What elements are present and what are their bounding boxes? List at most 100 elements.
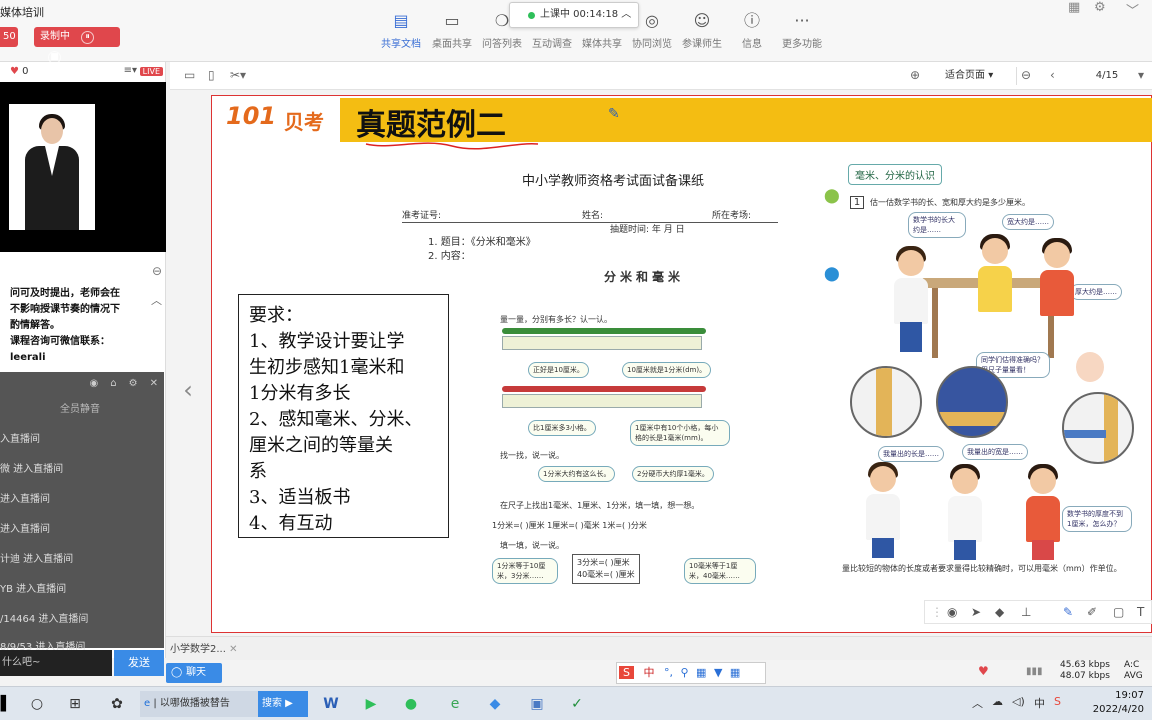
top-toolbar: 媒体培训 50 录制中 ⏸ ■ ▤ 共享文档 ▭ 桌面共享 ❍ 问答列表 ☰ 互… [0, 0, 1152, 64]
textbook-equation: 1分米=( )厘米 1厘米=( )毫米 1米=( )分米 [492, 521, 647, 530]
tool-label: 互动调查 [532, 39, 572, 50]
layout-icon[interactable]: ▦ [1068, 0, 1080, 15]
ime-toolbar[interactable]: S 中 °, ⚲ ▦ ▼ ▦ [616, 662, 766, 684]
lock-icon[interactable]: ⌂ [110, 378, 116, 389]
rectangle-icon[interactable]: ▢ [1113, 605, 1124, 619]
list-icon[interactable]: ≡▾ [124, 65, 137, 76]
chat-entry: /14464 进入直播间 [0, 614, 89, 625]
task-view-icon[interactable]: ⊞ [62, 691, 88, 717]
drag-handle-icon[interactable]: ⋮ [931, 605, 943, 619]
textbook-question: 在尺子上找出1毫米、1厘米、1分米，填一填，想一想。 [500, 501, 700, 510]
player-icon[interactable]: ▶ [358, 691, 384, 717]
requirement-line: 生初步感知1毫米和 [249, 357, 405, 378]
topic-line: 1. 题目：《分米和毫米》 [428, 237, 536, 248]
requirement-line: 1分米有多长 [249, 383, 351, 404]
heart-icon[interactable]: ♥ [978, 664, 989, 678]
chevron-down-icon[interactable]: ﹀ [1126, 0, 1139, 19]
requirement-line: 3、适当板书 [249, 487, 351, 508]
recording-button[interactable]: 录制中 ⏸ ■ [34, 27, 120, 64]
tool-desktop-share[interactable]: ▭ 桌面共享 [424, 10, 480, 50]
marker-icon[interactable]: ✐ [1087, 605, 1097, 619]
eraser-icon[interactable]: ◆ [995, 605, 1004, 619]
previous-page-icon[interactable]: ‹ [1050, 68, 1055, 82]
taskbar-ime[interactable]: 中 [1034, 695, 1045, 711]
chat-entry: 微 进入直播间 [0, 464, 64, 475]
page-select[interactable]: 4/15 [1070, 67, 1144, 85]
drawing-toolbar: ⋮ ◉ ➤ ◆ ⊥ ✎ ✐ ▢ T [924, 600, 1152, 624]
collapse-icon[interactable]: ⊖ [152, 264, 162, 278]
speech-bubble: 数学书的厚度不到1厘米，怎么办？ [1062, 506, 1132, 532]
paper-topic: 1. 题目：《分米和毫米》 2. 内容： [428, 236, 536, 264]
tool-more[interactable]: ··· 更多功能 [774, 10, 830, 50]
folder-icon[interactable]: ▭ [184, 68, 195, 82]
system-clock[interactable]: 19:07 2022/4/20 [1093, 689, 1144, 717]
app-icon[interactable]: ▣ [524, 691, 550, 717]
chat-entry: YB 进入直播间 [0, 584, 67, 595]
previous-slide-arrow[interactable]: ‹ [176, 340, 200, 440]
speech-bubble: 数学书的长大约是…… [908, 212, 966, 238]
requirement-line: 2、感知毫米、分米、 [249, 409, 423, 430]
close-icon[interactable]: ✕ [229, 644, 237, 655]
notice-text: 问可及时提出，老师会在 不影响授课节奏的情况下 酌情解答。 课程咨询可微信联系：… [10, 286, 150, 366]
zoom-in-icon[interactable]: ⊕ [910, 68, 920, 82]
slide-canvas[interactable]: 101 贝考 真题范例二 ✎ 中小学教师资格考试面试备课纸 准考证号: 姓名: 所在… [211, 95, 1152, 633]
class-timer[interactable]: 上课中 00:14:18 ︿ [509, 2, 639, 28]
search-icon[interactable]: ○ [24, 691, 50, 717]
browser-icon[interactable]: e [442, 691, 468, 717]
child-legs [900, 322, 922, 352]
app-icon[interactable]: ✓ [564, 691, 590, 717]
record-icon[interactable]: ◉ [947, 605, 957, 619]
tool-participants[interactable]: ☺ 参课师生 [674, 10, 730, 50]
taskbar-window[interactable]: e | 以哪做播被替告 [140, 691, 258, 717]
textbook-page-right: 毫米、分米的认识 1 估一估数学书的长、宽和厚大约是多少厘米。 数学书的长大约是…… [812, 156, 1142, 596]
zoom-out-icon[interactable]: ⊖ [1021, 68, 1031, 82]
pen-cursor-icon: ✎ [608, 106, 620, 122]
chat-entry: 进入直播间 [0, 494, 50, 505]
textbook-bubble: 10厘米就是1分米(dm)。 [622, 362, 712, 378]
chat-input[interactable]: 什么吧~ [0, 650, 112, 676]
chevron-up-icon[interactable]: ︿ [972, 695, 983, 711]
taskbar-window[interactable]: 搜索 ▶ [258, 691, 308, 717]
chat-tools: ◉ ⌂ ⚙ ✕ [78, 378, 158, 389]
zoom-select[interactable]: 适合页面 ▾ [933, 67, 1017, 85]
scissors-icon[interactable]: ✂▾ [230, 68, 246, 82]
chat-list[interactable]: ◉ ⌂ ⚙ ✕ 全员静音 入直播间 微 进入直播间 进入直播间 进入直播间 计迪 进入… [0, 372, 164, 653]
gear-icon[interactable]: ⚙ [129, 378, 138, 389]
tool-info[interactable]: ⓘ 信息 [724, 10, 780, 50]
app-icon[interactable]: ◆ [482, 691, 508, 717]
chat-entry: 入直播间 [0, 434, 40, 445]
send-button[interactable]: 发送 [114, 650, 164, 676]
child-legs [1032, 540, 1054, 560]
file-icon[interactable]: ▯ [208, 68, 215, 82]
chat-button-label: 聊天 [186, 667, 206, 678]
network-icon[interactable]: ☁ [992, 695, 1003, 708]
like-count: ♥ 0 [10, 66, 29, 77]
chevron-down-icon[interactable]: ▾ [1138, 68, 1144, 82]
start-icon[interactable]: ▌ [0, 691, 12, 717]
comment-icon[interactable]: ◉ [90, 378, 99, 389]
document-tab[interactable]: 小学数学2... ✕ [170, 640, 237, 655]
settings-icon[interactable]: ⚙ [1094, 0, 1106, 15]
tool-share-document[interactable]: ▤ 共享文档 [373, 10, 429, 50]
wechat-icon[interactable]: ● [398, 691, 424, 717]
taskbar-window-label: | 以哪做播被替告 [153, 698, 230, 709]
brand-logo: 101 [226, 102, 277, 130]
chat-button[interactable]: ◯ 聊天 [166, 663, 222, 683]
child-legs [872, 538, 894, 558]
live-dot-icon [528, 12, 535, 19]
page-value: 4/15 [1095, 70, 1119, 81]
pause-icon[interactable]: ⏸ [81, 31, 95, 44]
document-icon: ▤ [393, 11, 409, 30]
pointer-icon[interactable]: ➤ [971, 605, 981, 619]
speech-bubble: 宽大约是…… [1002, 214, 1054, 230]
brand-logo-text: 贝考 [284, 110, 324, 134]
volume-icon[interactable]: ◁) [1012, 695, 1025, 708]
scroll-up-icon[interactable]: ︿ [151, 292, 162, 308]
pen-icon[interactable]: ✎ [1063, 605, 1073, 619]
app-icon[interactable]: ✿ [104, 691, 130, 717]
word-icon[interactable]: W [318, 691, 344, 717]
close-icon[interactable]: ✕ [150, 378, 158, 389]
sogou-tray-icon[interactable]: S [1054, 695, 1061, 708]
stamp-icon[interactable]: ⊥ [1021, 605, 1031, 619]
text-icon[interactable]: T [1137, 605, 1144, 619]
